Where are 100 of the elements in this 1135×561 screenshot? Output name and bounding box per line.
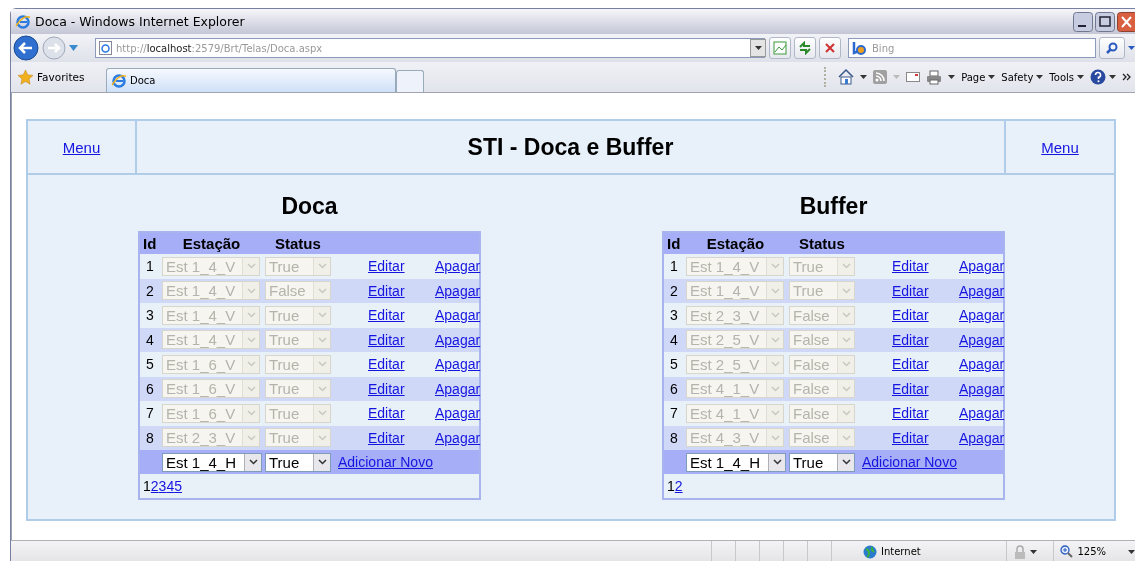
chevron-down-icon xyxy=(246,336,256,343)
page-icon xyxy=(773,41,787,55)
caret-down-icon[interactable] xyxy=(1128,46,1135,50)
favorites-button[interactable]: Favorites xyxy=(37,71,85,83)
chevron-down-icon xyxy=(770,385,780,392)
mail-icon[interactable] xyxy=(906,72,921,82)
chevron-down-icon xyxy=(770,263,780,270)
status-dropdown[interactable]: True xyxy=(265,452,331,472)
chevron-down-icon xyxy=(317,263,327,270)
chevron-down-icon xyxy=(841,287,851,294)
chevron-down-icon xyxy=(317,459,327,465)
ie-logo-icon xyxy=(15,13,31,30)
add-new-link[interactable]: Adicionar Novo xyxy=(335,454,433,470)
caret-down-icon[interactable] xyxy=(1030,549,1038,554)
chevron-down-icon xyxy=(770,336,780,343)
chevron-down-icon xyxy=(248,459,258,465)
station-dropdown[interactable]: Est 1_4_H xyxy=(162,452,262,472)
ie-logo-icon xyxy=(111,72,127,89)
refresh-button[interactable] xyxy=(794,37,816,59)
id-cell-text: 8 xyxy=(145,429,155,446)
stop-button[interactable] xyxy=(819,37,841,59)
grid-title: Doca xyxy=(280,192,339,221)
chevron-down-icon xyxy=(246,312,256,319)
chevron-down-icon xyxy=(770,312,780,319)
zoom-icon[interactable] xyxy=(1060,545,1074,558)
menu-button[interactable]: Page xyxy=(961,71,986,83)
chevron-down-icon xyxy=(841,312,851,319)
search-provider-logo-icon xyxy=(852,41,868,55)
minimize-icon[interactable] xyxy=(1073,11,1093,32)
caret-down-icon[interactable] xyxy=(988,75,996,79)
page-link[interactable]: 3 xyxy=(158,478,167,494)
menu-button[interactable]: Tools xyxy=(1049,71,1074,83)
column-header: Status xyxy=(798,235,846,252)
chevron-down-icon xyxy=(841,385,851,392)
printer-icon[interactable] xyxy=(926,69,943,85)
chevron-down-icon xyxy=(246,263,256,270)
chevron-down-icon xyxy=(246,385,256,392)
menu-link[interactable]: Menu xyxy=(1041,138,1079,156)
id-cell-text: 6 xyxy=(145,380,155,397)
add-new-link[interactable]: Adicionar Novo xyxy=(859,454,957,470)
chevron-down-icon xyxy=(246,410,256,417)
chevron-down-icon xyxy=(841,336,851,343)
address-field[interactable]: http://localhost:2579/Brt/Telas/Doca.aspx xyxy=(95,38,765,58)
page-link[interactable]: 5 xyxy=(174,478,182,494)
chevron-down-icon xyxy=(841,410,851,417)
chevron-down-icon xyxy=(770,287,780,294)
close-icon[interactable] xyxy=(1117,11,1135,32)
id-cell-text: 5 xyxy=(669,356,679,373)
grid-title: Buffer xyxy=(798,192,869,221)
page-link[interactable]: 2 xyxy=(674,478,683,494)
refresh-arrows-icon xyxy=(798,41,812,55)
id-cell-text: 3 xyxy=(669,307,679,324)
caret-down-icon[interactable] xyxy=(1036,75,1044,79)
chevron-right-double-icon[interactable] xyxy=(1122,73,1131,81)
caret-down-icon[interactable] xyxy=(754,46,762,50)
star-icon xyxy=(18,69,33,85)
chevron-down-icon xyxy=(317,361,327,368)
page-icon xyxy=(99,41,112,55)
maximize-icon[interactable] xyxy=(1095,11,1115,32)
chevron-down-icon xyxy=(841,434,851,441)
menu-link[interactable]: Menu xyxy=(62,138,101,156)
home-icon[interactable] xyxy=(838,69,855,85)
id-cell-text: 2 xyxy=(145,282,155,299)
caret-down-icon[interactable] xyxy=(1109,75,1116,79)
chevron-down-icon xyxy=(317,336,327,343)
window-title: Doca - Windows Internet Explorer xyxy=(35,14,245,29)
caret-down-icon[interactable] xyxy=(948,75,956,79)
chevron-down-icon xyxy=(317,385,327,392)
id-cell-text: 7 xyxy=(669,405,679,422)
id-cell-text: 2 xyxy=(669,282,679,299)
chevron-down-icon xyxy=(770,410,780,417)
menu-button[interactable]: Safety xyxy=(1001,71,1034,83)
id-cell-text: 4 xyxy=(145,331,155,348)
chevron-down-icon xyxy=(246,434,256,441)
feed-icon[interactable] xyxy=(873,70,888,84)
column-header: Id xyxy=(142,235,158,252)
caret-down-icon[interactable] xyxy=(1128,549,1135,554)
chevron-down-icon xyxy=(841,263,851,270)
browser-tab[interactable]: Doca xyxy=(106,68,396,92)
page-link[interactable]: 2 xyxy=(150,478,159,494)
column-header: Estação xyxy=(181,235,242,252)
security-zone-label: Internet xyxy=(881,546,921,557)
id-cell-text: 7 xyxy=(145,405,155,422)
caret-down-icon[interactable] xyxy=(1077,75,1084,79)
chevron-down-icon xyxy=(770,434,780,441)
caret-down-icon[interactable] xyxy=(860,75,868,79)
zoom-level[interactable]: 125% xyxy=(1077,546,1106,557)
search-button[interactable] xyxy=(1099,37,1125,59)
address-dropdown-button[interactable] xyxy=(750,39,766,57)
station-dropdown[interactable]: Est 1_4_H xyxy=(686,452,786,472)
id-cell-text: 1 xyxy=(145,258,155,275)
current-page: 1 xyxy=(143,478,151,494)
page-title: STI - Doca e Buffer xyxy=(467,133,674,161)
column-header: Id xyxy=(666,235,682,252)
globe-icon xyxy=(863,544,877,559)
help-icon[interactable] xyxy=(1090,69,1106,85)
chevron-down-icon xyxy=(317,312,327,319)
chevron-down-icon xyxy=(246,361,256,368)
page-link[interactable]: 4 xyxy=(166,478,175,494)
status-dropdown[interactable]: True xyxy=(789,452,855,472)
